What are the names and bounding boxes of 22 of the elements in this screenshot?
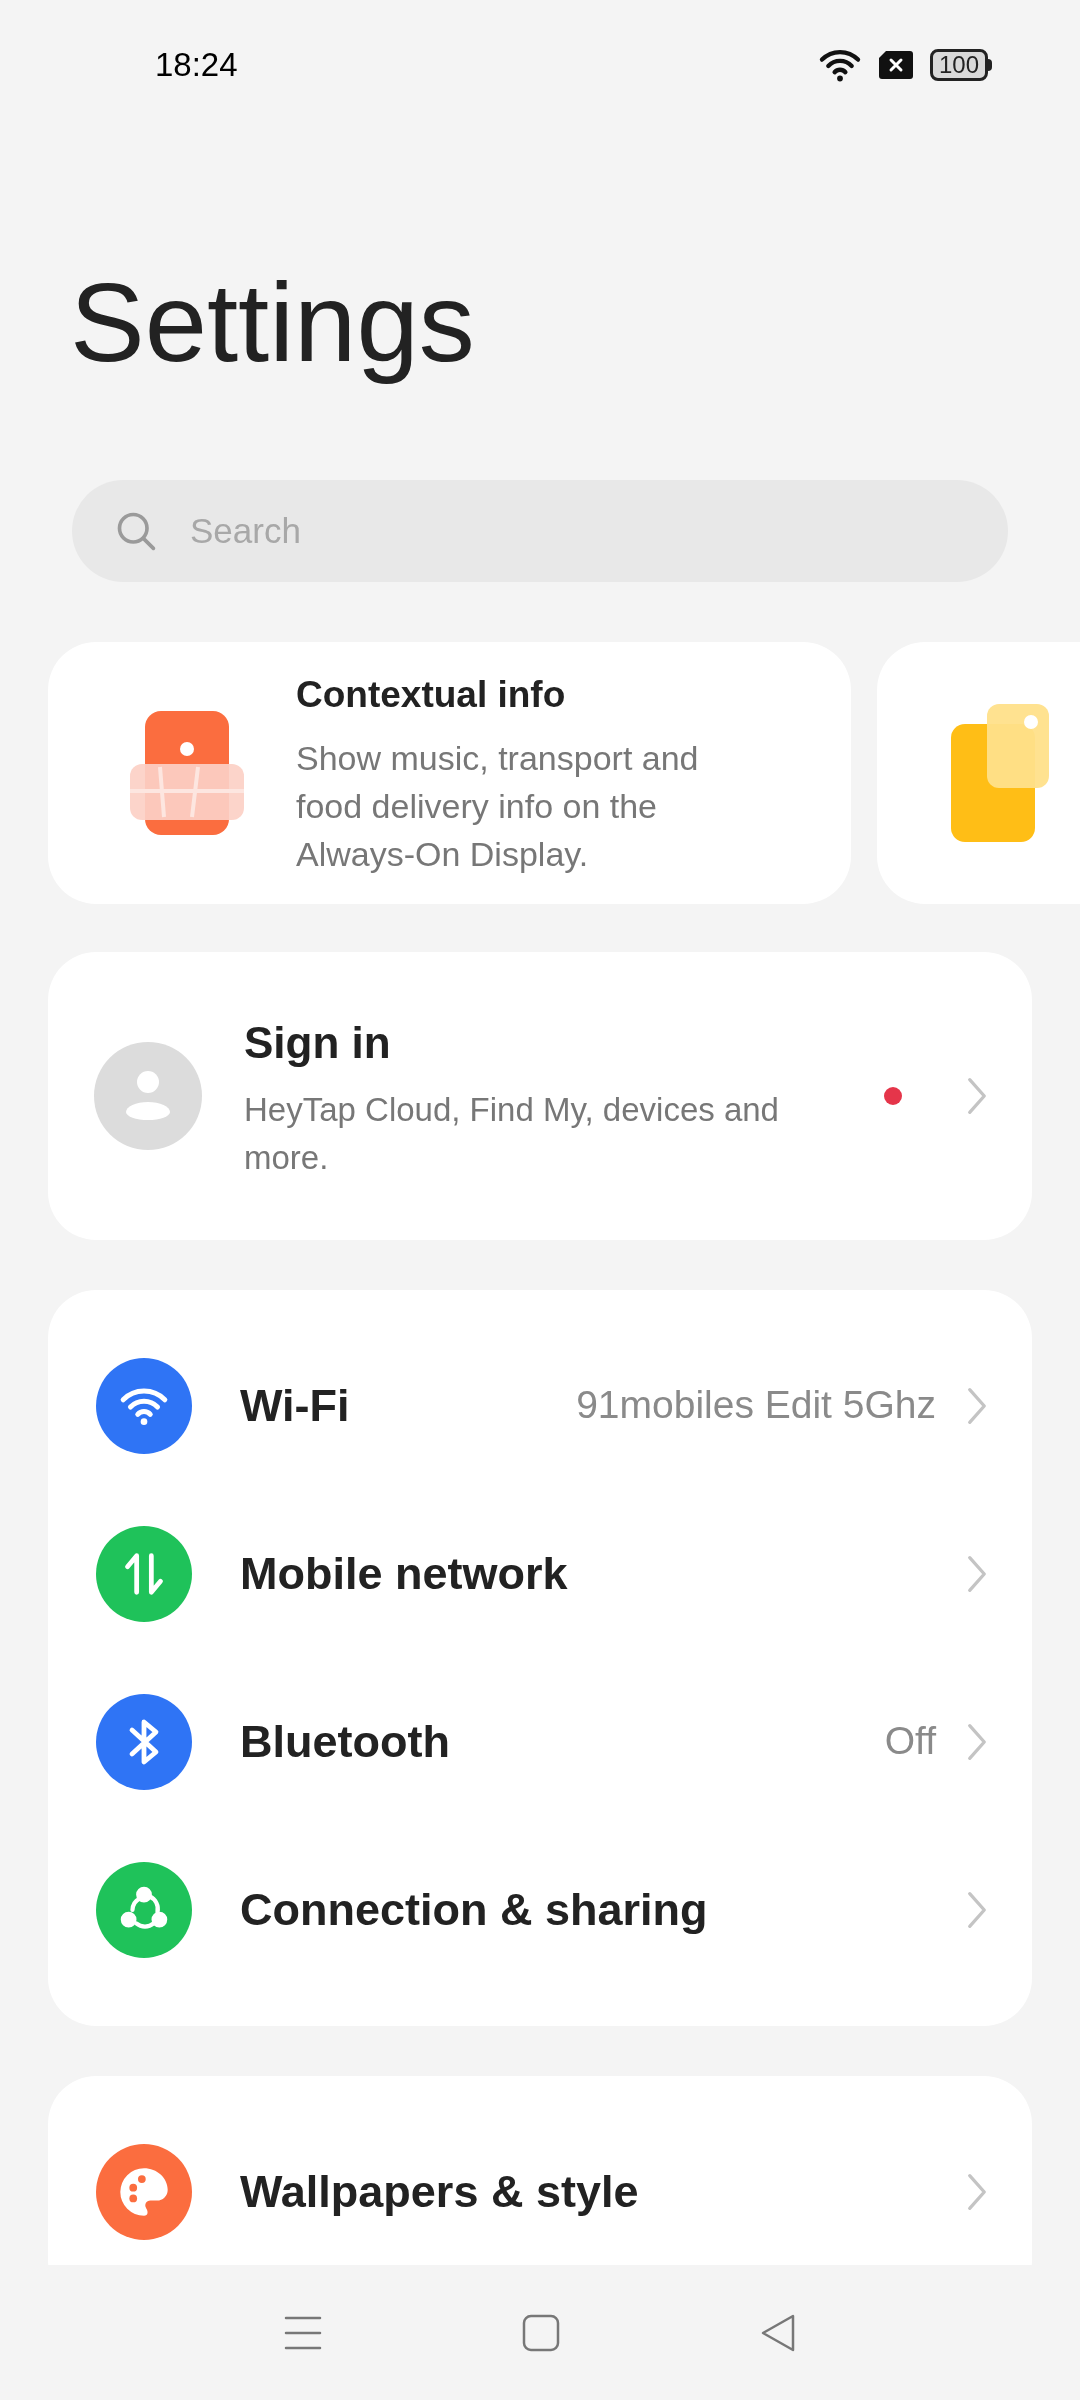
status-time: 18:24 — [155, 45, 238, 85]
row-value: Off — [884, 1718, 936, 1765]
page-title: Settings — [70, 258, 475, 387]
row-value: 91mobiles Edit 5Ghz — [576, 1382, 936, 1429]
settings-row[interactable]: Bluetooth Off — [48, 1657, 1032, 1826]
row-label: Mobile network — [240, 1546, 569, 1601]
battery-level: 100 — [929, 48, 988, 81]
sign-in-subtitle: HeyTap Cloud, Find My, devices and more. — [244, 1089, 780, 1178]
tip-title: Contextual info — [296, 672, 567, 717]
row-label: Wi-Fi — [240, 1378, 351, 1433]
sign-in-title: Sign in — [244, 1016, 392, 1069]
settings-row[interactable]: Mobile network — [48, 1489, 1032, 1658]
row-label: Wallpapers & style — [240, 2164, 640, 2219]
settings-row[interactable]: Connection & sharing — [48, 1825, 1032, 1994]
account-card[interactable]: Sign in HeyTap Cloud, Find My, devices and more. — [48, 951, 1032, 1240]
tip-card[interactable]: Contextual info Show music, transport and food delivery info on the Always-On Display. — [48, 641, 851, 904]
settings-row[interactable]: Wallpapers & style — [48, 2107, 1032, 2265]
row-label: Bluetooth — [240, 1714, 451, 1769]
tip-description: Show music, transport and food delivery info on the Always-On Display. — [296, 738, 700, 876]
settings-row[interactable]: Wi-Fi 91mobiles Edit 5Ghz — [48, 1321, 1032, 1490]
search-field[interactable]: Search — [72, 479, 1008, 582]
row-label: Connection & sharing — [240, 1882, 709, 1937]
